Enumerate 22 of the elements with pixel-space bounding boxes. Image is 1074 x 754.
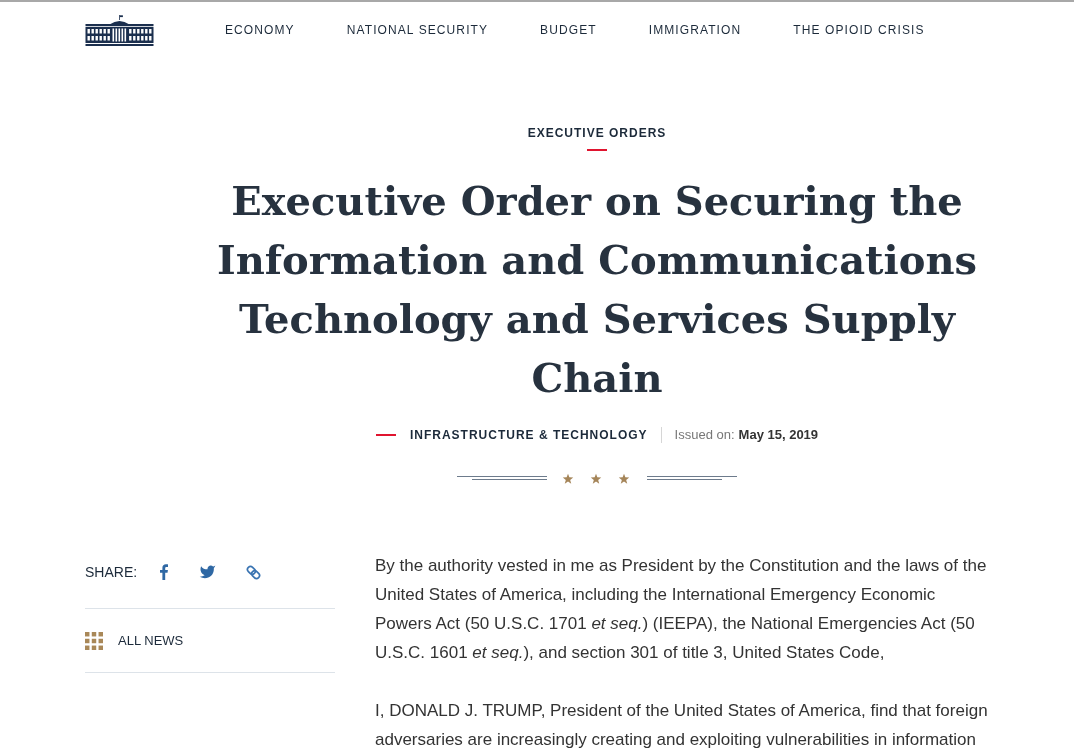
accent-line bbox=[375, 434, 396, 436]
issued-date: May 15, 2019 bbox=[738, 427, 819, 443]
nav-link[interactable]: BUDGET bbox=[540, 22, 597, 38]
topic-link[interactable]: INFRASTRUCTURE & TECHNOLOGY bbox=[409, 427, 648, 443]
body-paragraph: I, DONALD J. TRUMP, President of the United States of America, find that foreign adversaries are increasingly creating and exploiting vulnerabilities in information bbox=[375, 700, 989, 751]
category-link[interactable]: EXECUTIVE ORDERS bbox=[527, 125, 667, 141]
nav-link[interactable]: NATIONAL SECURITY bbox=[346, 22, 489, 38]
nav-link[interactable]: ECONOMY bbox=[225, 22, 295, 38]
share-label: SHARE: bbox=[85, 563, 138, 581]
nav-link[interactable]: IMMIGRATION bbox=[648, 22, 742, 38]
accent-line bbox=[587, 149, 607, 151]
body-paragraph: By the authority vested in me as President by the Constitution and the laws of the United States of America, including the International Emergency Economic Powers Act (50 U.S.C. 1701 et seq.) (IEEPA), the National Emergencies Act (50 U.S.C. 1601 et seq.), and section 301 of title 3, United States Code, bbox=[375, 555, 988, 664]
star-divider-icon bbox=[457, 473, 737, 485]
issued-label: Issued on: bbox=[674, 427, 735, 443]
grid-icon[interactable] bbox=[85, 631, 103, 650]
nav-link[interactable]: THE OPIOID CRISIS bbox=[793, 22, 925, 38]
letter-f-icon[interactable] bbox=[160, 564, 169, 580]
all-news-link[interactable]: ALL NEWS bbox=[118, 632, 184, 649]
chain-link-icon[interactable] bbox=[245, 563, 263, 581]
article-title: Executive Order on Securing the Information and Communications Technology and Services Supply Chain bbox=[216, 176, 978, 403]
building-logo[interactable] bbox=[85, 14, 154, 46]
bird-icon[interactable] bbox=[199, 565, 217, 579]
